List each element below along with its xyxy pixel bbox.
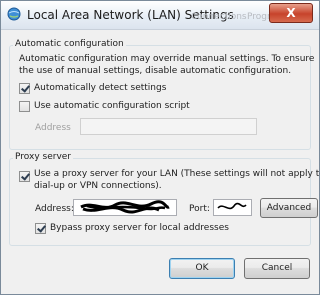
auto-detect-checkbox[interactable]	[19, 83, 30, 94]
proxy-address-label: Address:	[35, 204, 74, 214]
background-tab-connections: Connections	[191, 12, 247, 22]
close-icon: X	[286, 6, 296, 20]
use-script-label: Use automatic configuration script	[34, 101, 190, 111]
lan-settings-dialog: Local Area Network (LAN) Settings Connec…	[0, 0, 320, 295]
close-button[interactable]: X	[269, 3, 313, 23]
use-proxy-checkbox[interactable]	[19, 171, 30, 182]
use-proxy-label-line-1: Use a proxy server for your LAN (These s…	[34, 169, 320, 179]
ok-button[interactable]: OK	[169, 258, 235, 279]
auto-config-description-line-2: the use of manual settings, disable auto…	[19, 66, 292, 76]
bypass-local-checkbox[interactable]	[35, 223, 46, 234]
auto-detect-label: Automatically detect settings	[34, 83, 167, 93]
automatic-configuration-label: Automatic configuration	[13, 39, 126, 49]
script-address-input[interactable]	[80, 118, 257, 135]
auto-config-description-line-1: Automatic configuration may override man…	[19, 54, 315, 64]
proxy-port-label: Port:	[189, 204, 210, 214]
use-proxy-label-line-2: dial-up or VPN connections).	[34, 181, 162, 191]
proxy-server-label: Proxy server	[13, 152, 74, 162]
redacted-port-scribble	[217, 202, 247, 210]
internet-options-icon	[7, 7, 21, 21]
cancel-button[interactable]: Cancel	[244, 258, 310, 279]
script-address-label: Address	[35, 123, 71, 133]
advanced-button[interactable]: Advanced	[260, 198, 318, 218]
redacted-address-scribble	[80, 200, 170, 214]
title-bar: Local Area Network (LAN) Settings Connec…	[1, 1, 319, 30]
use-script-checkbox[interactable]	[19, 101, 30, 112]
bypass-local-label: Bypass proxy server for local addresses	[50, 223, 229, 233]
